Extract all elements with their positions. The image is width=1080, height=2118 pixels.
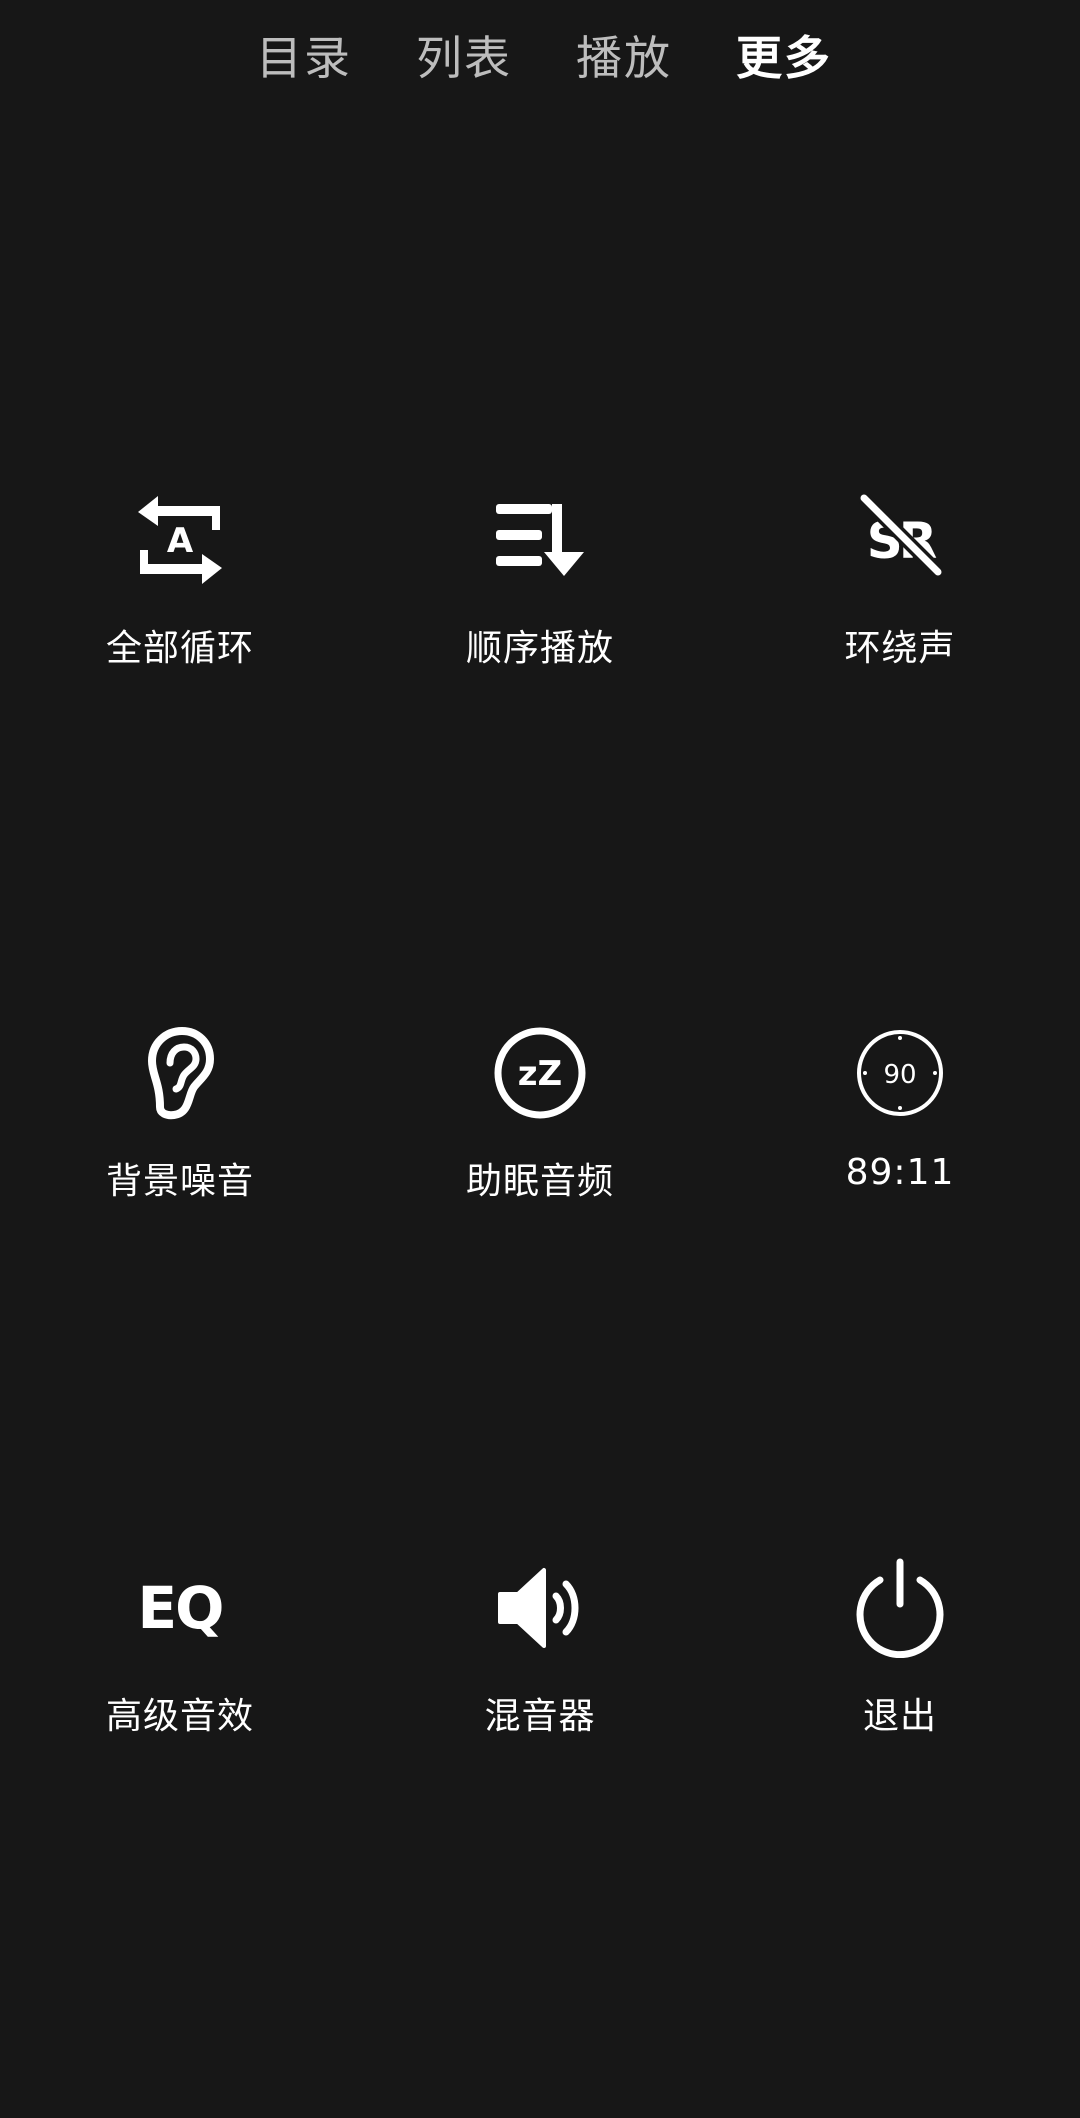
sleep-audio-label: 助眠音频 xyxy=(465,1161,614,1202)
background-noise-label: 背景噪音 xyxy=(105,1161,254,1202)
surround-sound-label: 环绕声 xyxy=(844,628,956,669)
sleep-timer-button[interactable]: 90 89:11 xyxy=(720,1018,1080,1238)
eq-icon-text: EQ xyxy=(137,1574,225,1642)
sleep-timer-countdown: 89:11 xyxy=(845,1152,955,1193)
advanced-sound-effects-label: 高级音效 xyxy=(105,1696,254,1737)
sequential-play-icon xyxy=(485,485,595,595)
background-noise-button[interactable]: 背景噪音 xyxy=(0,1018,360,1238)
sleep-audio-icon-letters: zZ xyxy=(518,1054,562,1094)
repeat-all-icon: A xyxy=(125,485,235,595)
exit-label: 退出 xyxy=(862,1696,937,1737)
sleep-audio-icon: zZ xyxy=(485,1018,595,1128)
mixer-button[interactable]: 混音器 xyxy=(360,1553,720,1773)
exit-button[interactable]: 退出 xyxy=(720,1553,1080,1773)
speaker-icon xyxy=(485,1553,595,1663)
repeat-all-icon-letter: A xyxy=(167,521,194,561)
advanced-sound-effects-button[interactable]: EQ 高级音效 xyxy=(0,1553,360,1773)
sleep-audio-button[interactable]: zZ 助眠音频 xyxy=(360,1018,720,1238)
more-options-grid: A 全部循环 顺序播放 SR 环绕声 xyxy=(0,0,1080,2118)
mixer-label: 混音器 xyxy=(484,1696,596,1737)
surround-sound-off-icon: SR xyxy=(845,485,955,595)
ear-icon xyxy=(125,1018,235,1128)
sleep-timer-icon: 90 xyxy=(845,1018,955,1128)
sequential-play-label: 顺序播放 xyxy=(465,628,614,669)
surround-sound-button[interactable]: SR 环绕声 xyxy=(720,485,1080,705)
sleep-timer-minutes: 90 xyxy=(883,1060,916,1090)
power-icon xyxy=(845,1553,955,1663)
eq-icon: EQ xyxy=(125,1553,235,1663)
repeat-all-label: 全部循环 xyxy=(105,628,254,669)
repeat-all-button[interactable]: A 全部循环 xyxy=(0,485,360,705)
sequential-play-button[interactable]: 顺序播放 xyxy=(360,485,720,705)
